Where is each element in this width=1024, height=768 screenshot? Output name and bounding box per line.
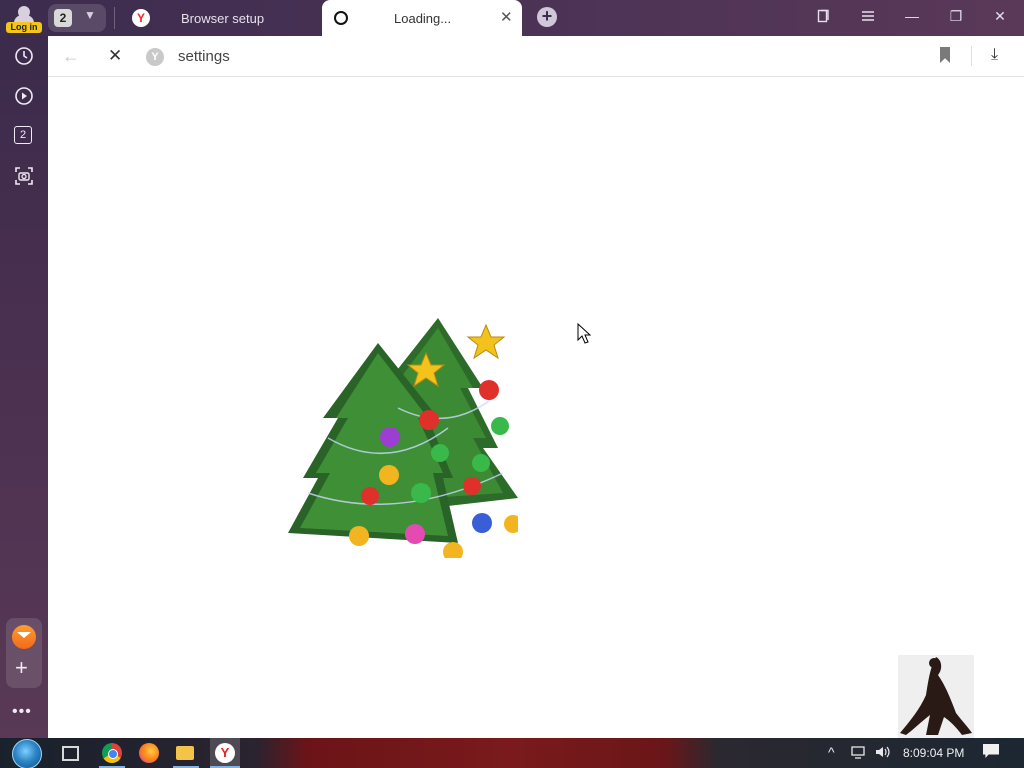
sidebar-dock: +	[6, 618, 42, 688]
taskbar-clock[interactable]: 8:09:04 PM	[903, 746, 964, 760]
tab-count-icon[interactable]: 2	[14, 126, 34, 146]
address-bar: ← ✕ Y settings ⤓	[48, 36, 1024, 77]
bookmark-icon[interactable]	[940, 47, 950, 63]
url-field[interactable]: settings	[178, 48, 230, 65]
stop-loading-button[interactable]: ✕	[108, 46, 122, 66]
tab-label: Loading...	[394, 11, 452, 26]
volume-icon[interactable]	[874, 744, 892, 763]
tab-count-badge: 2	[54, 9, 72, 27]
yandex-logo-icon: Y	[132, 9, 150, 27]
login-label: Log in	[6, 22, 42, 33]
add-panel-button[interactable]: +	[15, 657, 28, 679]
collections-icon[interactable]	[814, 8, 834, 27]
browser-titlebar: Log in 2 ▼ Y Browser setup Loading... ✕ …	[0, 0, 1024, 36]
site-info-icon[interactable]: Y	[146, 48, 164, 66]
loading-spinner-icon	[334, 11, 348, 25]
task-view-icon[interactable]	[62, 746, 79, 761]
download-button[interactable]: ⤓	[991, 46, 998, 64]
tab-browser-setup[interactable]: Y Browser setup	[120, 0, 320, 36]
screenshot-camera-icon[interactable]	[14, 166, 34, 186]
tab-groups-button[interactable]: 2 ▼	[48, 4, 106, 32]
yandex-mail-icon[interactable]	[12, 625, 36, 649]
restore-button[interactable]: ❐	[946, 8, 966, 25]
desktop: Log in 2 ▼ Y Browser setup Loading... ✕ …	[0, 0, 1024, 768]
file-explorer-icon[interactable]	[176, 746, 194, 760]
menu-icon[interactable]	[858, 8, 878, 27]
more-options-icon[interactable]: •••	[12, 703, 32, 721]
windows-taskbar: Y ^ 8:09:04 PM	[0, 738, 1024, 768]
yandex-letter: Y	[215, 743, 235, 763]
tab-close-icon[interactable]: ✕	[500, 8, 513, 26]
yandex-browser-icon[interactable]: Y	[210, 738, 240, 768]
star-ornament	[466, 323, 506, 360]
page-content: ← ✕ Y settings ⤓	[48, 36, 1024, 738]
close-window-button[interactable]: ✕	[990, 8, 1010, 25]
chrome-icon[interactable]	[102, 743, 122, 763]
action-center-icon[interactable]	[983, 744, 999, 758]
chevron-down-icon: ▼	[84, 8, 96, 22]
tab-count-number: 2	[14, 126, 32, 144]
christmas-trees-image	[288, 318, 518, 558]
back-button[interactable]: ←	[62, 46, 80, 67]
toolbar-divider	[971, 46, 972, 66]
firefox-icon[interactable]	[139, 743, 159, 763]
minimize-button[interactable]: —	[902, 8, 922, 24]
tab-label: Browser setup	[181, 11, 265, 26]
tray-chevron-icon[interactable]: ^	[828, 744, 835, 760]
browser-sidebar: 2 + •••	[0, 36, 48, 738]
history-clock-icon[interactable]	[14, 46, 34, 66]
sticker-image	[898, 655, 974, 738]
profile-avatar-button[interactable]: Log in	[6, 2, 42, 34]
tab-loading[interactable]: Loading... ✕	[322, 0, 522, 36]
play-video-icon[interactable]	[14, 86, 34, 106]
tab-divider	[114, 7, 115, 29]
mouse-cursor-icon	[577, 323, 591, 344]
start-button[interactable]	[12, 739, 42, 768]
network-icon[interactable]	[850, 744, 868, 763]
new-tab-button[interactable]: +	[537, 7, 557, 27]
